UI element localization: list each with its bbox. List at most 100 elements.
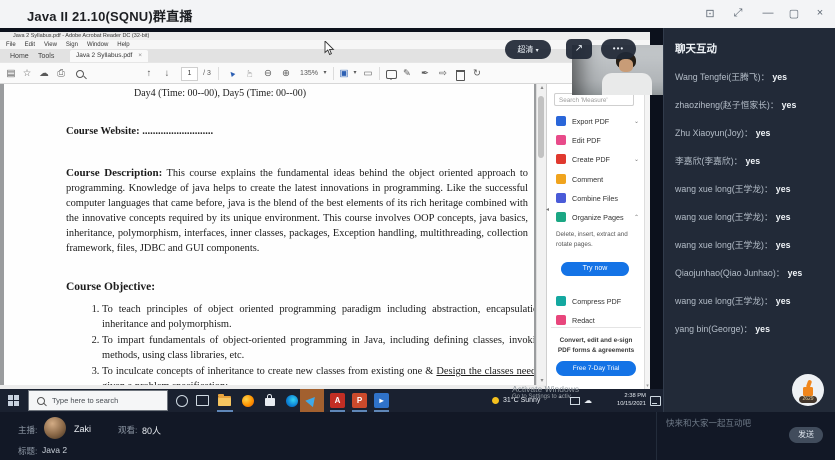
- zoom-out-icon[interactable]: ⊖: [260, 63, 276, 84]
- screen-share-view: Java 2 Syllabus.pdf - Adobe Acrobat Read…: [0, 28, 663, 412]
- search-icon[interactable]: [76, 70, 84, 78]
- video-app-icon[interactable]: ▸: [374, 393, 389, 408]
- divider: [333, 67, 334, 80]
- tab-tools[interactable]: Tools: [38, 51, 54, 62]
- chat-separator: ：: [764, 212, 773, 222]
- chat-input[interactable]: [664, 417, 783, 429]
- star-icon[interactable]: ☆: [20, 63, 34, 84]
- close-icon[interactable]: ×: [810, 7, 830, 19]
- highlight-pencil-icon[interactable]: ✎: [400, 63, 414, 84]
- reading-mode-icon[interactable]: ▭: [361, 63, 375, 84]
- powerpoint-icon[interactable]: P: [352, 393, 367, 408]
- save-icon[interactable]: ▤: [4, 63, 18, 84]
- chat-separator: ：: [761, 72, 770, 82]
- folder-glyph: [218, 396, 231, 406]
- menu-help[interactable]: Help: [117, 42, 129, 48]
- pdf-page: Day4 (Time: 00--00), Day5 (Time: 00--00)…: [4, 84, 534, 385]
- host-avatar[interactable]: [44, 417, 66, 439]
- page-number-input[interactable]: 1: [181, 67, 198, 81]
- tool-redact[interactable]: Redact: [556, 314, 640, 326]
- taskbar-search-input[interactable]: [50, 395, 164, 406]
- tab-close-icon[interactable]: ×: [138, 52, 142, 59]
- zoom-level-select[interactable]: 135%: [297, 63, 321, 84]
- try-now-button[interactable]: Try now: [561, 262, 629, 276]
- tool-export-pdf[interactable]: Export PDF⌄: [556, 115, 640, 127]
- streaming-app-icon-active[interactable]: [300, 389, 324, 412]
- quality-select-button[interactable]: 超清 ▾: [505, 40, 551, 59]
- panel-scrollbar[interactable]: ▴ ▾: [644, 84, 650, 389]
- chat-text: yes: [772, 72, 787, 82]
- tray-cloud-icon[interactable]: ☁: [584, 389, 592, 412]
- tool-comment[interactable]: Comment: [556, 173, 640, 185]
- menu-file[interactable]: File: [6, 42, 16, 48]
- scrollbar-thumb[interactable]: [538, 96, 544, 158]
- taskbar-search[interactable]: [28, 390, 168, 411]
- tool-edit-pdf[interactable]: Edit PDF: [556, 134, 640, 146]
- fit-caret-icon[interactable]: ▾: [350, 63, 360, 84]
- mini-window-icon[interactable]: ⊡: [700, 7, 720, 20]
- fit-width-icon[interactable]: ▣: [337, 63, 351, 84]
- task-view-icon[interactable]: [192, 389, 213, 412]
- share-button[interactable]: ↗: [566, 39, 592, 59]
- page-up-icon[interactable]: ↑: [142, 63, 156, 84]
- send-button[interactable]: 发送: [789, 427, 823, 443]
- print-icon[interactable]: ⎙: [54, 63, 68, 84]
- action-center-icon[interactable]: [648, 389, 662, 412]
- cloud-upload-icon[interactable]: ☁: [37, 63, 51, 84]
- firefox-icon[interactable]: [237, 389, 258, 412]
- zoom-caret-icon[interactable]: ▾: [320, 63, 330, 84]
- acrobat-taskbar-icon[interactable]: A: [330, 393, 345, 408]
- page-total: / 3: [199, 63, 215, 84]
- edge-icon[interactable]: [281, 389, 302, 412]
- select-tool-icon[interactable]: ▲: [224, 63, 240, 84]
- menu-window[interactable]: Window: [87, 42, 108, 48]
- acrobat-window: Java 2 Syllabus.pdf - Adobe Acrobat Read…: [0, 32, 650, 389]
- tab-home[interactable]: Home: [10, 51, 29, 62]
- chat-text: yes: [745, 156, 760, 166]
- stream-info-bar: 主播: Zaki 观看: 80人 标题: Java 2 发送: [0, 412, 835, 460]
- app-titlebar: Java II 21.10(SQNU)群直播 ⊡ ⤢ — ▢ ×: [0, 0, 835, 29]
- tool-create-pdf[interactable]: Create PDF⌄: [556, 153, 640, 165]
- like-button[interactable]: 2629: [792, 374, 824, 406]
- rotate-icon[interactable]: ↻: [470, 63, 484, 84]
- fullscreen-icon[interactable]: ⤢: [728, 7, 748, 20]
- cortana-icon[interactable]: [171, 389, 192, 412]
- acrobat-toolbar: ▤ ☆ ☁ ⎙ ↑ ↓ 1 / 3 ▲ ☞ ⊖ ⊕ 135% ▾ ▣ ▾ ▭: [0, 62, 650, 84]
- chevron-down-icon: ⌄: [634, 118, 639, 125]
- free-trial-button[interactable]: Free 7-Day Trial: [556, 361, 636, 376]
- more-options-button[interactable]: •••: [601, 39, 636, 59]
- taskbar-clock[interactable]: 2:38 PM 10/15/2021: [598, 393, 646, 408]
- doc-website-line: Course Website: ........................…: [66, 126, 213, 137]
- tool-compress-pdf[interactable]: Compress PDF: [556, 295, 640, 307]
- chat-sender: wang xue long(王学龙): [675, 240, 764, 250]
- presenter-shirt: [602, 73, 652, 95]
- send-file-icon[interactable]: ⇨: [436, 63, 450, 84]
- minimize-icon[interactable]: —: [758, 7, 778, 19]
- panel-collapse-icon[interactable]: ◂: [546, 206, 549, 213]
- maximize-icon[interactable]: ▢: [784, 7, 804, 20]
- chat-sender: wang xue long(王学龙): [675, 212, 764, 222]
- trash-icon[interactable]: [456, 70, 465, 81]
- clock-time: 2:38 PM: [598, 393, 646, 401]
- chat-message: Qiaojunhao(Qiao Junhao)：yes: [675, 269, 833, 278]
- start-button[interactable]: [8, 395, 20, 407]
- zoom-in-icon[interactable]: ⊕: [278, 63, 294, 84]
- tool-organize-pages[interactable]: Organize Pages⌃: [556, 211, 640, 223]
- chat-message-list: Wang Tengfei(王腾飞)：yes zhaoziheng(赵子恒家长)：…: [675, 73, 833, 353]
- menu-sign[interactable]: Sign: [66, 42, 78, 48]
- share-icon: ↗: [575, 43, 583, 54]
- file-explorer-icon[interactable]: [214, 389, 235, 412]
- activate-windows-watermark-sub: Go to Settings to activ: [512, 394, 571, 400]
- menu-view[interactable]: View: [44, 42, 57, 48]
- mouse-cursor: [324, 41, 335, 56]
- chat-message: wang xue long(王学龙)：yes: [675, 213, 833, 222]
- store-icon[interactable]: [259, 389, 280, 412]
- fill-sign-icon[interactable]: ✒: [418, 63, 432, 84]
- tool-combine-files[interactable]: Combine Files: [556, 192, 640, 204]
- tab-document[interactable]: Java 2 Syllabus.pdf ×: [70, 50, 148, 62]
- hand-tool-icon[interactable]: ☞: [242, 63, 258, 84]
- page-down-icon[interactable]: ↓: [160, 63, 174, 84]
- menu-edit[interactable]: Edit: [25, 42, 35, 48]
- comment-icon[interactable]: [386, 70, 397, 79]
- presenter-face: [619, 59, 633, 72]
